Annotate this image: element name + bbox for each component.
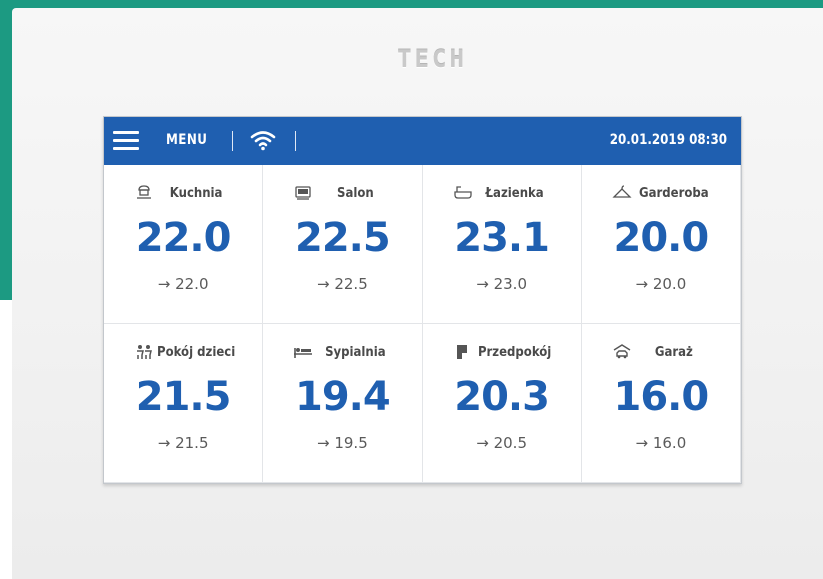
menu-button-label[interactable]: MENU xyxy=(166,132,207,148)
zone-temperature: 22.5 xyxy=(295,215,391,261)
zone-temperature: 20.3 xyxy=(454,374,550,420)
zone-name: Pokój dzieci xyxy=(157,345,236,360)
separator xyxy=(232,131,233,151)
zone-setpoint: → 22.5 xyxy=(317,275,368,293)
zone-setpoint: → 19.5 xyxy=(317,434,368,452)
zone-tile-sypialnia[interactable]: Sypialnia 19.4 → 19.5 xyxy=(263,324,423,483)
menu-icon[interactable] xyxy=(113,131,139,151)
zone-temperature: 16.0 xyxy=(613,374,710,420)
zone-tile-garaz[interactable]: Garaż 16.0 → 16.0 xyxy=(581,324,741,483)
zone-temperature: 21.5 xyxy=(135,374,232,420)
zone-setpoint: → 20.0 xyxy=(635,275,687,293)
wifi-icon[interactable] xyxy=(250,129,276,151)
zone-temperature: 19.4 xyxy=(295,374,391,420)
controller-screen: MENU 20.01.2019 08:30 Kuchnia 22.0 → 22.… xyxy=(103,116,742,484)
zone-name: Przedpokój xyxy=(477,345,552,360)
zone-name: Łazienka xyxy=(485,186,544,201)
zone-grid: Kuchnia 22.0 → 22.0 Salon 22.5 → 22.5 Ła… xyxy=(104,165,741,483)
zone-temperature: 23.1 xyxy=(454,215,550,261)
zone-setpoint: → 23.0 xyxy=(476,275,527,293)
zone-name: Kuchnia xyxy=(169,186,223,201)
zone-tile-przedpokoj[interactable]: Przedpokój 20.3 → 20.5 xyxy=(422,324,582,483)
zone-tile-kuchnia[interactable]: Kuchnia 22.0 → 22.0 xyxy=(104,165,264,324)
zone-setpoint: → 20.5 xyxy=(476,434,527,452)
separator xyxy=(295,131,296,151)
top-bar: MENU 20.01.2019 08:30 xyxy=(104,117,741,165)
zone-tile-lazienka[interactable]: Łazienka 23.1 → 23.0 xyxy=(422,165,582,324)
brand-logo: TECH xyxy=(397,45,467,73)
zone-name: Garderoba xyxy=(639,186,709,201)
zone-name: Sypialnia xyxy=(325,345,386,360)
zone-tile-pokoj-dzieci[interactable]: Pokój dzieci 21.5 → 21.5 xyxy=(104,324,264,483)
zone-setpoint: → 21.5 xyxy=(157,434,209,452)
zone-tile-salon[interactable]: Salon 22.5 → 22.5 xyxy=(263,165,423,324)
zone-setpoint: → 16.0 xyxy=(635,434,687,452)
zone-tile-garderoba[interactable]: Garderoba 20.0 → 20.0 xyxy=(581,165,741,324)
zone-temperature: 22.0 xyxy=(135,215,232,261)
zone-name: Garaż xyxy=(654,345,693,360)
zone-name: Salon xyxy=(337,186,374,201)
zone-setpoint: → 22.0 xyxy=(157,275,209,293)
datetime-display: 20.01.2019 08:30 xyxy=(609,132,727,148)
zone-temperature: 20.0 xyxy=(613,215,710,261)
